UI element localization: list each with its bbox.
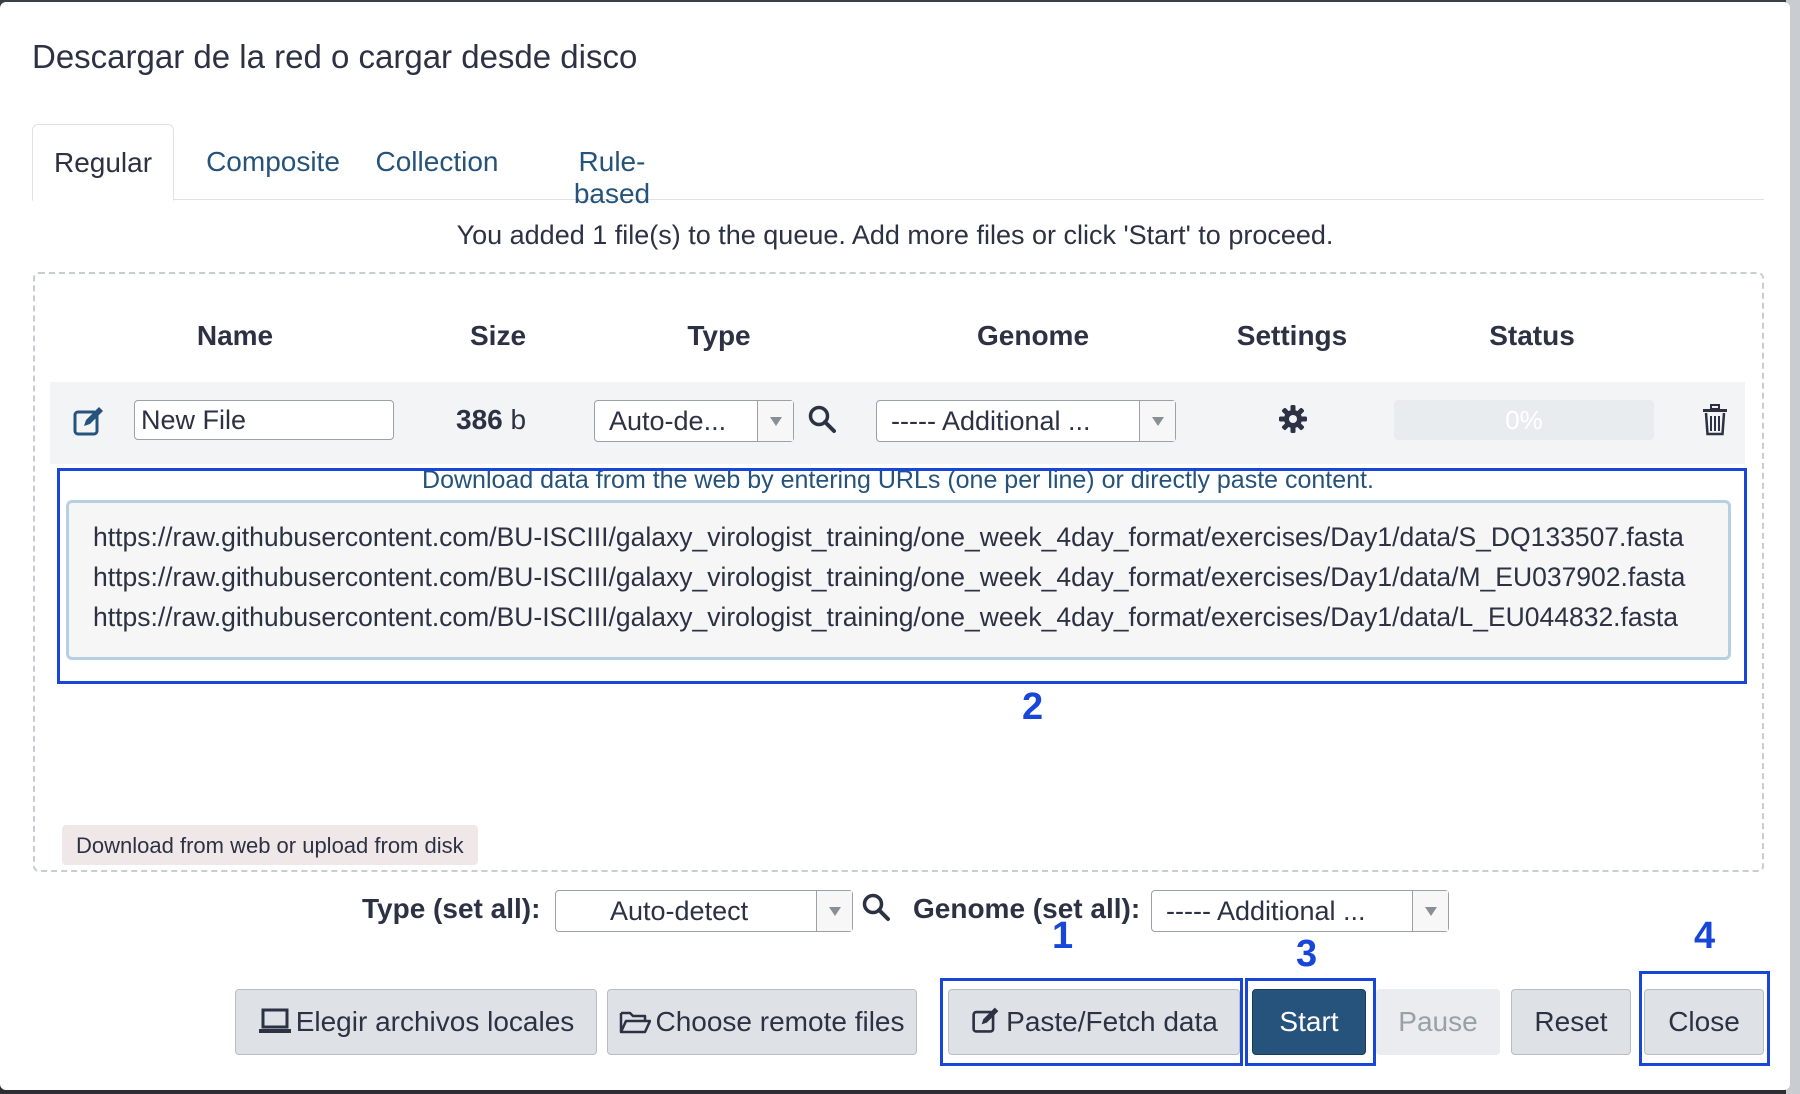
search-icon[interactable]	[807, 404, 837, 434]
tab-label: Regular	[53, 147, 153, 178]
edit-icon[interactable]	[72, 404, 106, 438]
chevron-down-icon	[1139, 401, 1175, 441]
type-set-all-label: Type (set all):	[362, 893, 541, 924]
annotation-number: 3	[1296, 933, 1318, 975]
choose-local-files-button[interactable]: Elegir archivos locales	[235, 989, 597, 1055]
tab-composite[interactable]: Composite	[200, 124, 346, 200]
tab-label: Collection	[375, 146, 499, 177]
button-label: Choose remote files	[655, 1006, 905, 1037]
type-set-all-value: Auto-detect	[610, 896, 749, 926]
genome-set-all-label: Genome (set all):	[913, 893, 1141, 924]
chevron-down-icon	[816, 891, 852, 931]
header-name: Name	[196, 320, 274, 351]
tab-label: Rule-based	[573, 146, 651, 209]
annotation-number: 2	[1022, 686, 1044, 728]
folder-open-icon	[620, 1011, 652, 1034]
header-genome: Genome	[976, 320, 1090, 351]
file-genome-select[interactable]: ----- Additional ...	[876, 400, 1176, 442]
file-genome-value: ----- Additional ...	[891, 406, 1091, 436]
chevron-down-icon	[757, 401, 793, 441]
file-name-input[interactable]	[134, 400, 394, 440]
genome-set-all-select[interactable]: ----- Additional ...	[1151, 890, 1449, 932]
trash-icon[interactable]	[1700, 404, 1730, 436]
gear-icon[interactable]	[1278, 404, 1308, 434]
annotation-box-1	[940, 978, 1243, 1066]
reset-button[interactable]: Reset	[1511, 989, 1631, 1055]
file-size-value: 386	[456, 404, 503, 435]
upload-modal: Descargar de la red o cargar desde disco…	[0, 2, 1790, 1090]
annotation-number: 4	[1694, 915, 1716, 957]
chevron-down-icon	[1412, 891, 1448, 931]
tooltip: Download from web or upload from disk	[62, 825, 478, 865]
file-type-select[interactable]: Auto-de...	[594, 400, 794, 442]
tab-rule-based[interactable]: Rule-based	[542, 124, 682, 209]
header-status: Status	[1489, 320, 1575, 351]
annotation-box-4	[1639, 971, 1770, 1066]
header-type: Type	[687, 320, 751, 351]
tab-regular[interactable]: Regular	[32, 124, 174, 201]
button-label: Elegir archivos locales	[295, 1006, 575, 1037]
modal-title: Descargar de la red o cargar desde disco	[32, 38, 638, 75]
search-icon[interactable]	[861, 892, 891, 922]
annotation-box-2	[57, 468, 1747, 684]
button-label: Pause	[1398, 1006, 1478, 1037]
tab-label: Composite	[206, 146, 340, 177]
tab-collection[interactable]: Collection	[372, 124, 502, 200]
queue-message: You added 1 file(s) to the queue. Add mo…	[456, 220, 1334, 250]
choose-remote-files-button[interactable]: Choose remote files	[607, 989, 917, 1055]
pause-button[interactable]: Pause	[1376, 989, 1500, 1055]
upload-tabs: Regular Composite Collection Rule-based	[32, 124, 1764, 209]
button-label: Reset	[1534, 1006, 1608, 1037]
annotation-number: 1	[1052, 915, 1074, 957]
genome-set-all-value: ----- Additional ...	[1166, 896, 1366, 926]
laptop-icon	[258, 1008, 291, 1033]
upload-progress-bar: 0%	[1394, 400, 1654, 440]
header-settings: Settings	[1236, 320, 1348, 351]
file-size: 386 b	[456, 404, 526, 436]
annotation-box-3	[1245, 978, 1376, 1066]
type-set-all-select[interactable]: Auto-detect	[555, 890, 853, 932]
file-type-value: Auto-de...	[609, 406, 727, 436]
header-size: Size	[469, 320, 527, 351]
file-size-unit: b	[510, 404, 527, 435]
